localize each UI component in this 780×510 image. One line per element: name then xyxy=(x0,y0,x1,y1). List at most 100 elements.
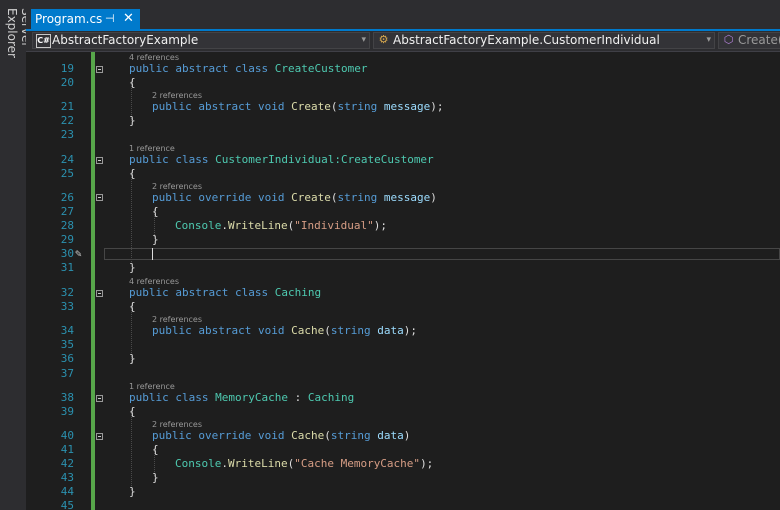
code-text: public override void Cache(string data) xyxy=(152,429,410,443)
code-token: void xyxy=(257,324,285,337)
code-token: abstract xyxy=(175,286,229,299)
code-token: : xyxy=(287,391,308,404)
code-token: override xyxy=(198,429,252,442)
code-text: public abstract void Cache(string data); xyxy=(152,324,417,338)
code-line: 38 public class MemoryCache : Caching xyxy=(26,391,780,405)
line-number: 30 xyxy=(60,247,74,260)
code-line: 39 { xyxy=(26,405,780,419)
code-line: 27 { xyxy=(26,205,780,219)
pin-icon[interactable]: ⊣ xyxy=(105,10,115,28)
chevron-down-icon: ▾ xyxy=(361,35,366,45)
code-text: public abstract class Caching xyxy=(129,286,321,300)
code-token: WriteLine xyxy=(227,219,288,232)
line-number: 44 xyxy=(60,485,74,498)
code-line: 35 xyxy=(26,338,780,352)
code-text: { xyxy=(152,443,159,456)
code-token: string xyxy=(337,100,378,113)
code-token: public xyxy=(129,391,169,404)
code-editor[interactable]: 4 references 2 references 1 reference 2 … xyxy=(26,52,780,510)
member-dropdown[interactable]: ⬡ Create(st xyxy=(718,32,780,49)
code-text: Console.WriteLine("Individual"); xyxy=(175,219,387,233)
chevron-down-icon: ▾ xyxy=(706,35,711,45)
csharp-project-icon: C# xyxy=(36,34,51,48)
code-token: ); xyxy=(420,457,434,470)
line-number: 41 xyxy=(60,443,74,456)
server-explorer-tab[interactable]: Server Explorer xyxy=(0,0,33,88)
line-number: 34 xyxy=(60,324,74,337)
line-number: 25 xyxy=(60,167,74,180)
code-token: string xyxy=(330,324,371,337)
code-text: { xyxy=(129,167,136,180)
code-token: "Individual" xyxy=(294,219,374,232)
code-token: class xyxy=(175,391,209,404)
code-text: public override void Create(string messa… xyxy=(152,191,437,205)
code-text: { xyxy=(129,300,136,313)
code-token: ( xyxy=(324,324,331,337)
code-token: CreateCustomer xyxy=(274,62,368,75)
line-number: 40 xyxy=(60,429,74,442)
code-token: . xyxy=(221,219,228,232)
code-token: Create xyxy=(291,191,331,204)
code-token: public xyxy=(129,62,169,75)
code-token: Caching xyxy=(307,391,355,404)
code-text: { xyxy=(129,76,136,89)
code-token: . xyxy=(221,457,228,470)
code-line: 34 public abstract void Cache(string dat… xyxy=(26,324,780,338)
code-token: class xyxy=(175,153,209,166)
code-token: void xyxy=(257,100,285,113)
line-number: 43 xyxy=(60,471,74,484)
navigation-bar: C# AbstractFactoryExample ▾ ⚙ AbstractFa… xyxy=(26,31,780,52)
code-token: MemoryCache xyxy=(215,391,288,404)
member-dropdown-label: Create(st xyxy=(738,33,780,47)
line-number: 37 xyxy=(60,367,74,380)
code-token: void xyxy=(257,429,285,442)
text-caret xyxy=(152,248,153,260)
line-number: 28 xyxy=(60,219,74,232)
document-tab-program-cs[interactable]: Program.cs ⊣ ✕ xyxy=(31,9,140,29)
close-icon[interactable]: ✕ xyxy=(123,10,134,28)
code-line: 19 public abstract class CreateCustomer xyxy=(26,62,780,76)
line-number: 24 xyxy=(60,153,74,166)
line-number: 21 xyxy=(60,100,74,113)
code-text: } xyxy=(129,485,136,498)
type-dropdown[interactable]: ⚙ AbstractFactoryExample.CustomerIndivid… xyxy=(373,32,715,49)
code-line: 29 } xyxy=(26,233,780,247)
code-line: 22 } xyxy=(26,114,780,128)
code-token: ) xyxy=(430,191,437,204)
project-dropdown[interactable]: C# AbstractFactoryExample ▾ xyxy=(32,32,370,49)
code-text: } xyxy=(129,352,136,365)
code-text: } xyxy=(152,233,159,246)
code-token: :CreateCustomer xyxy=(334,153,434,166)
code-token: ( xyxy=(324,429,331,442)
code-line: 32 public abstract class Caching xyxy=(26,286,780,300)
code-token: data xyxy=(377,324,404,337)
code-text: } xyxy=(129,261,136,274)
code-token: ) xyxy=(403,429,411,442)
line-number: 35 xyxy=(60,338,74,351)
code-token: Cache xyxy=(291,324,325,337)
project-dropdown-label: AbstractFactoryExample xyxy=(52,33,199,47)
code-line: 31 } xyxy=(26,261,780,275)
code-token: Console xyxy=(175,219,222,232)
code-token: void xyxy=(257,191,285,204)
code-text: { xyxy=(152,205,159,218)
code-token: class xyxy=(234,62,269,75)
code-token: abstract xyxy=(175,62,229,75)
code-text: } xyxy=(129,114,136,127)
code-line: 40 public override void Cache(string dat… xyxy=(26,429,780,443)
code-text: } xyxy=(152,471,159,484)
code-token: Caching xyxy=(274,286,322,299)
paintbrush-icon[interactable]: ✎ xyxy=(75,247,82,261)
code-token: message xyxy=(383,191,431,204)
line-number: 38 xyxy=(60,391,74,404)
code-text: { xyxy=(129,405,136,418)
code-token: public xyxy=(152,191,192,204)
code-token: ); xyxy=(403,324,417,337)
code-line: 25 { xyxy=(26,167,780,181)
code-text: public class MemoryCache : Caching xyxy=(129,391,354,405)
